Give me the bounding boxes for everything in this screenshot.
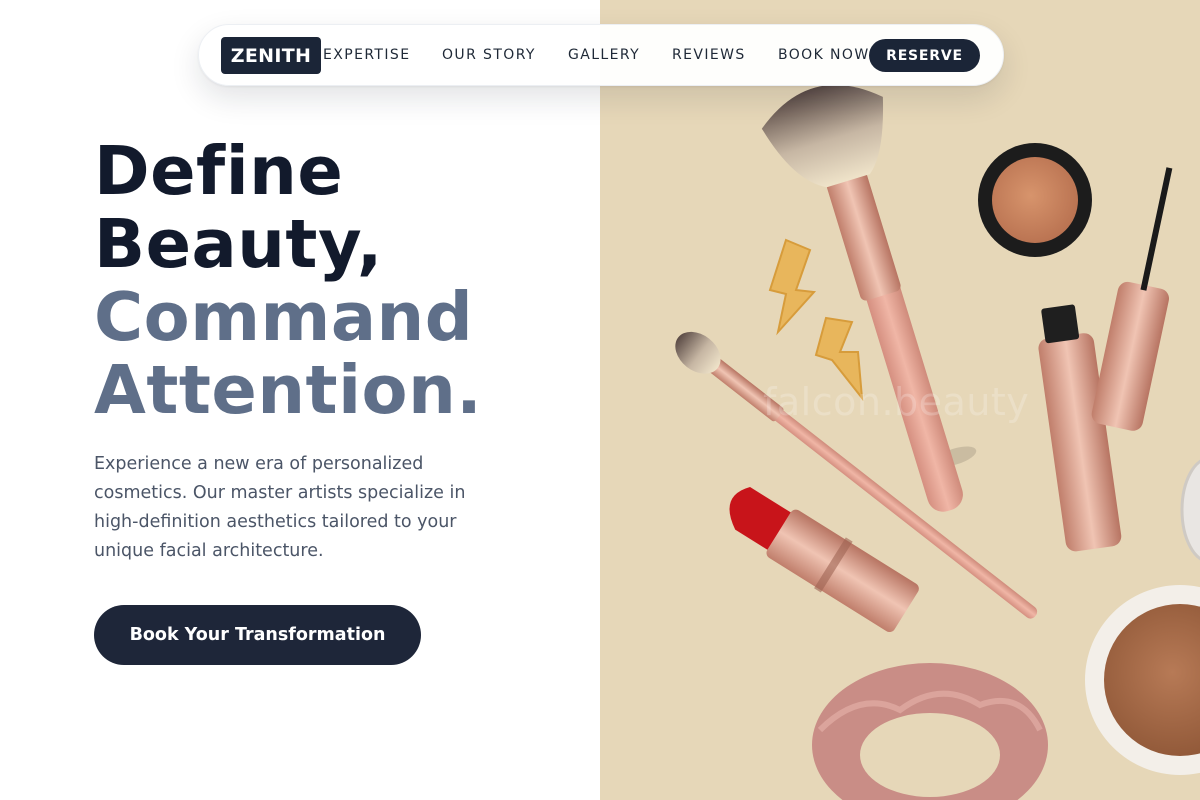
scrunchie (812, 663, 1048, 800)
headline-line-3: Command (94, 278, 474, 356)
navbar: ZENITH EXPERTISE OUR STORY GALLERY REVIE… (198, 24, 1004, 86)
nav-link-expertise[interactable]: EXPERTISE (323, 47, 410, 63)
headline-line-1: Define (94, 132, 344, 210)
nav-link-gallery[interactable]: GALLERY (568, 47, 640, 63)
nav-link-reviews[interactable]: REVIEWS (672, 47, 746, 63)
hero-description: Experience a new era of personalized cos… (94, 454, 466, 561)
hero-headline: Define Beauty, Command Attention. (94, 135, 482, 427)
cream-pot (978, 143, 1092, 257)
bronzer-compact (1085, 585, 1200, 775)
reserve-button[interactable]: RESERVE (869, 39, 980, 72)
headline-line-4: Attention. (94, 351, 483, 429)
headline-line-2: Beauty, (94, 205, 383, 283)
mascara-2 (1091, 167, 1173, 431)
brand-logo[interactable]: ZENITH (221, 37, 321, 74)
nav-link-book-now[interactable]: BOOK NOW (778, 47, 870, 63)
earrings (768, 238, 864, 402)
nav-link-our-story[interactable]: OUR STORY (442, 47, 536, 63)
watermark-text: falcon.beauty (763, 380, 1030, 424)
book-transformation-button[interactable]: Book Your Transformation (94, 605, 421, 665)
